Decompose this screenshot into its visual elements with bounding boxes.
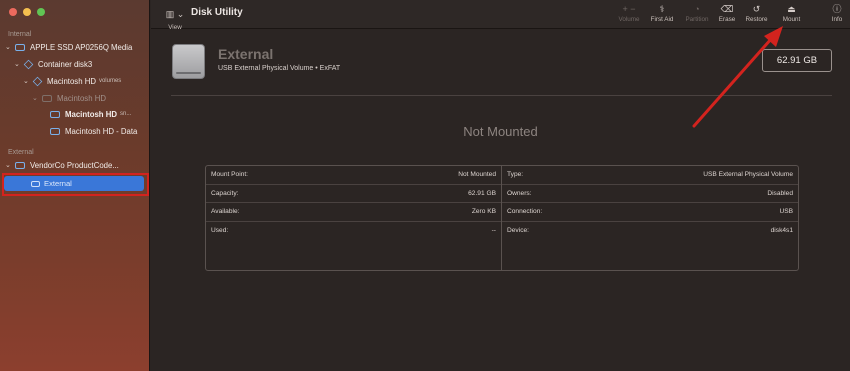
volume-subtitle: USB External Physical Volume • ExFAT xyxy=(218,65,341,72)
info-label: Info xyxy=(831,16,843,23)
erase-icon: ⌫ xyxy=(720,4,734,14)
minimize-window-button[interactable] xyxy=(23,8,31,16)
sidebar-item-label: Macintosh HD xyxy=(57,93,106,103)
info-value: 62.91 GB xyxy=(468,189,496,197)
external-drive-icon xyxy=(172,44,205,79)
info-key: Owners: xyxy=(507,189,532,197)
window-controls xyxy=(9,8,45,16)
restore-label: Restore xyxy=(745,16,768,23)
chevron-down-icon[interactable]: ⌄ xyxy=(32,94,40,102)
chevron-down-icon[interactable]: ⌄ xyxy=(5,161,13,169)
volume-button[interactable]: + − Volume xyxy=(616,4,642,23)
add-remove-icon: + − xyxy=(622,4,636,14)
info-key: Mount Point: xyxy=(211,171,249,179)
view-button[interactable]: ▥ ⌄ View xyxy=(164,4,186,31)
info-row-owners: Owners: Disabled xyxy=(502,185,798,203)
partition-label: Partition xyxy=(685,16,709,23)
info-row-capacity: Capacity: 62.91 GB xyxy=(206,185,501,203)
restore-icon: ↺ xyxy=(752,4,761,14)
info-button[interactable]: ⓘ Info xyxy=(828,4,846,23)
info-key: Type: xyxy=(507,171,524,179)
sidebar-item-suffix: volumes xyxy=(98,78,122,84)
toolbar: ▥ ⌄ View Disk Utility + − Volume ⚕ First… xyxy=(151,0,850,31)
main-content: External USB External Physical Volume • … xyxy=(151,30,850,371)
window-title: Disk Utility xyxy=(191,7,243,18)
disk-icon xyxy=(15,161,25,169)
info-key: Device: xyxy=(507,227,529,235)
mount-status: Not Mounted xyxy=(463,124,538,139)
info-row-device: Device: disk4s1 xyxy=(502,222,798,241)
info-value: Disabled xyxy=(767,189,793,197)
info-row-mount-point: Mount Point: Not Mounted xyxy=(206,166,501,185)
first-aid-label: First Aid xyxy=(650,16,674,23)
chevron-down-icon[interactable]: ⌄ xyxy=(14,60,22,68)
erase-label: Erase xyxy=(718,16,736,23)
info-key: Used: xyxy=(211,227,229,235)
restore-button[interactable]: ↺ Restore xyxy=(743,4,770,23)
sidebar-item-label: External xyxy=(44,179,72,188)
partition-button[interactable]: ◔ Partition xyxy=(683,4,711,23)
info-column-right: Type: USB External Physical Volume Owner… xyxy=(502,166,798,270)
info-value: Not Mounted xyxy=(458,171,496,179)
erase-button[interactable]: ⌫ Erase xyxy=(717,4,737,23)
stack-icon xyxy=(32,76,43,86)
info-row-used: Used: -- xyxy=(206,222,501,241)
divider xyxy=(171,95,832,96)
sidebar-item-label: Macintosh HD - Data xyxy=(65,126,138,136)
sidebar-item-label: VendorCo ProductCode... xyxy=(30,160,119,170)
mount-label: Mount xyxy=(782,16,801,23)
sidebar-toggle-icon: ▥ ⌄ xyxy=(165,9,185,19)
disk-icon xyxy=(50,127,60,135)
zoom-window-button[interactable] xyxy=(37,8,45,16)
info-value: USB External Physical Volume xyxy=(703,171,793,179)
mount-button[interactable]: ⏏ Mount xyxy=(780,4,803,23)
volume-label: Volume xyxy=(618,16,640,23)
info-row-type: Type: USB External Physical Volume xyxy=(502,166,798,185)
chevron-down-icon[interactable]: ⌄ xyxy=(5,43,13,51)
volume-size-badge: 62.91 GB xyxy=(762,49,832,72)
sidebar-item-label: Macintosh HD xyxy=(65,109,117,119)
sidebar-item-macintosh-hd-snapshot-group[interactable]: ⌄ Macintosh HD xyxy=(32,91,106,105)
sidebar-item-label: Container disk3 xyxy=(38,59,93,69)
close-window-button[interactable] xyxy=(9,8,17,16)
disk-icon xyxy=(31,180,40,187)
info-value: Zero KB xyxy=(471,208,496,216)
info-row-connection: Connection: USB xyxy=(502,203,798,222)
info-key: Capacity: xyxy=(211,189,239,197)
sidebar-item-macintosh-hd-snapshot[interactable]: Macintosh HD sn... xyxy=(48,107,131,121)
info-value: disk4s1 xyxy=(770,227,793,235)
info-column-left: Mount Point: Not Mounted Capacity: 62.91… xyxy=(206,166,502,270)
info-value: USB xyxy=(779,208,793,216)
volume-name: External xyxy=(218,46,274,62)
disk-icon xyxy=(15,43,25,51)
sidebar-item-label: APPLE SSD AP0256Q Media xyxy=(30,42,133,52)
pie-chart-icon: ◔ xyxy=(694,4,700,14)
sidebar-item-external[interactable]: External xyxy=(4,176,144,191)
info-row-available: Available: Zero KB xyxy=(206,203,501,222)
volume-info-table: Mount Point: Not Mounted Capacity: 62.91… xyxy=(205,165,799,271)
mount-icon: ⏏ xyxy=(787,4,796,14)
sidebar-item-apple-ssd[interactable]: ⌄ APPLE SSD AP0256Q Media xyxy=(5,40,132,54)
sidebar-item-container-disk3[interactable]: ⌄ Container disk3 xyxy=(14,57,92,71)
stethoscope-icon: ⚕ xyxy=(659,4,665,14)
info-icon: ⓘ xyxy=(832,4,842,14)
sidebar-item-label: Macintosh HD xyxy=(47,76,96,86)
sidebar-item-vendorco[interactable]: ⌄ VendorCo ProductCode... xyxy=(5,158,119,172)
info-value: -- xyxy=(491,227,496,235)
info-key: Available: xyxy=(211,208,240,216)
sidebar-item-macintosh-hd-data[interactable]: Macintosh HD - Data xyxy=(48,124,137,138)
disk-icon xyxy=(50,110,60,118)
chevron-down-icon[interactable]: ⌄ xyxy=(23,77,31,85)
section-label-internal: Internal xyxy=(8,31,32,38)
container-icon xyxy=(23,59,34,69)
info-key: Connection: xyxy=(507,208,543,216)
first-aid-button[interactable]: ⚕ First Aid xyxy=(648,4,676,23)
sidebar-item-macintosh-hd-volumes[interactable]: ⌄ Macintosh HD volumes xyxy=(23,74,121,88)
sidebar-item-suffix: sn... xyxy=(119,111,132,117)
disk-icon xyxy=(42,94,52,102)
section-label-external: External xyxy=(8,149,34,156)
